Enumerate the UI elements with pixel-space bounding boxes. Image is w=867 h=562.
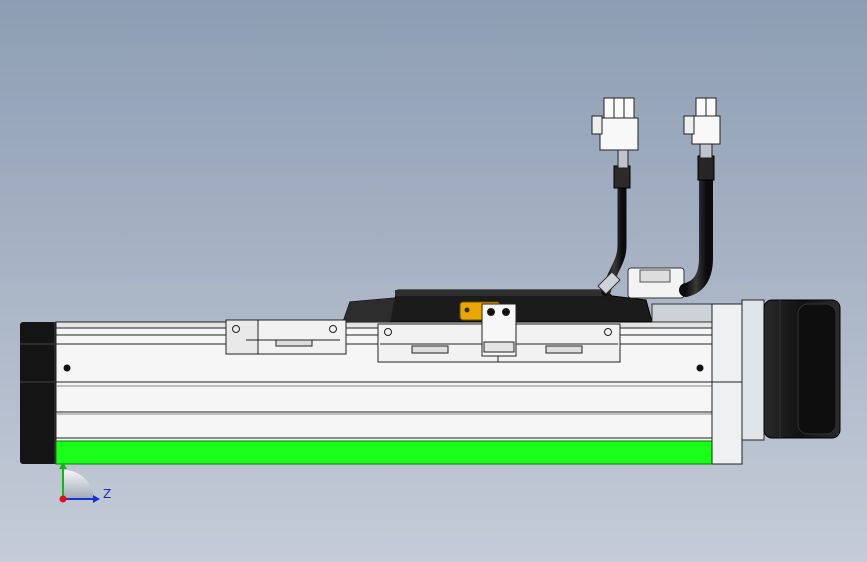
coordinate-triad: Z (59, 462, 111, 503)
mounting-hole (696, 364, 704, 372)
z-axis-label: Z (103, 487, 111, 501)
origin-point (59, 495, 67, 503)
slider-block-left (225, 319, 347, 355)
encoder-cable (679, 97, 721, 297)
cable-gland-block (627, 267, 685, 299)
motor-adaptor (711, 299, 765, 465)
highlighted-face[interactable] (55, 440, 713, 465)
servo-motor (763, 299, 841, 439)
mounting-hole (63, 364, 71, 372)
end-plate (651, 303, 715, 323)
left-end-cap (20, 322, 58, 464)
cad-viewport[interactable]: Z (0, 0, 867, 562)
power-cable (591, 97, 639, 297)
center-bracket (481, 303, 517, 357)
linear-actuator-side-view: Z (20, 97, 841, 503)
